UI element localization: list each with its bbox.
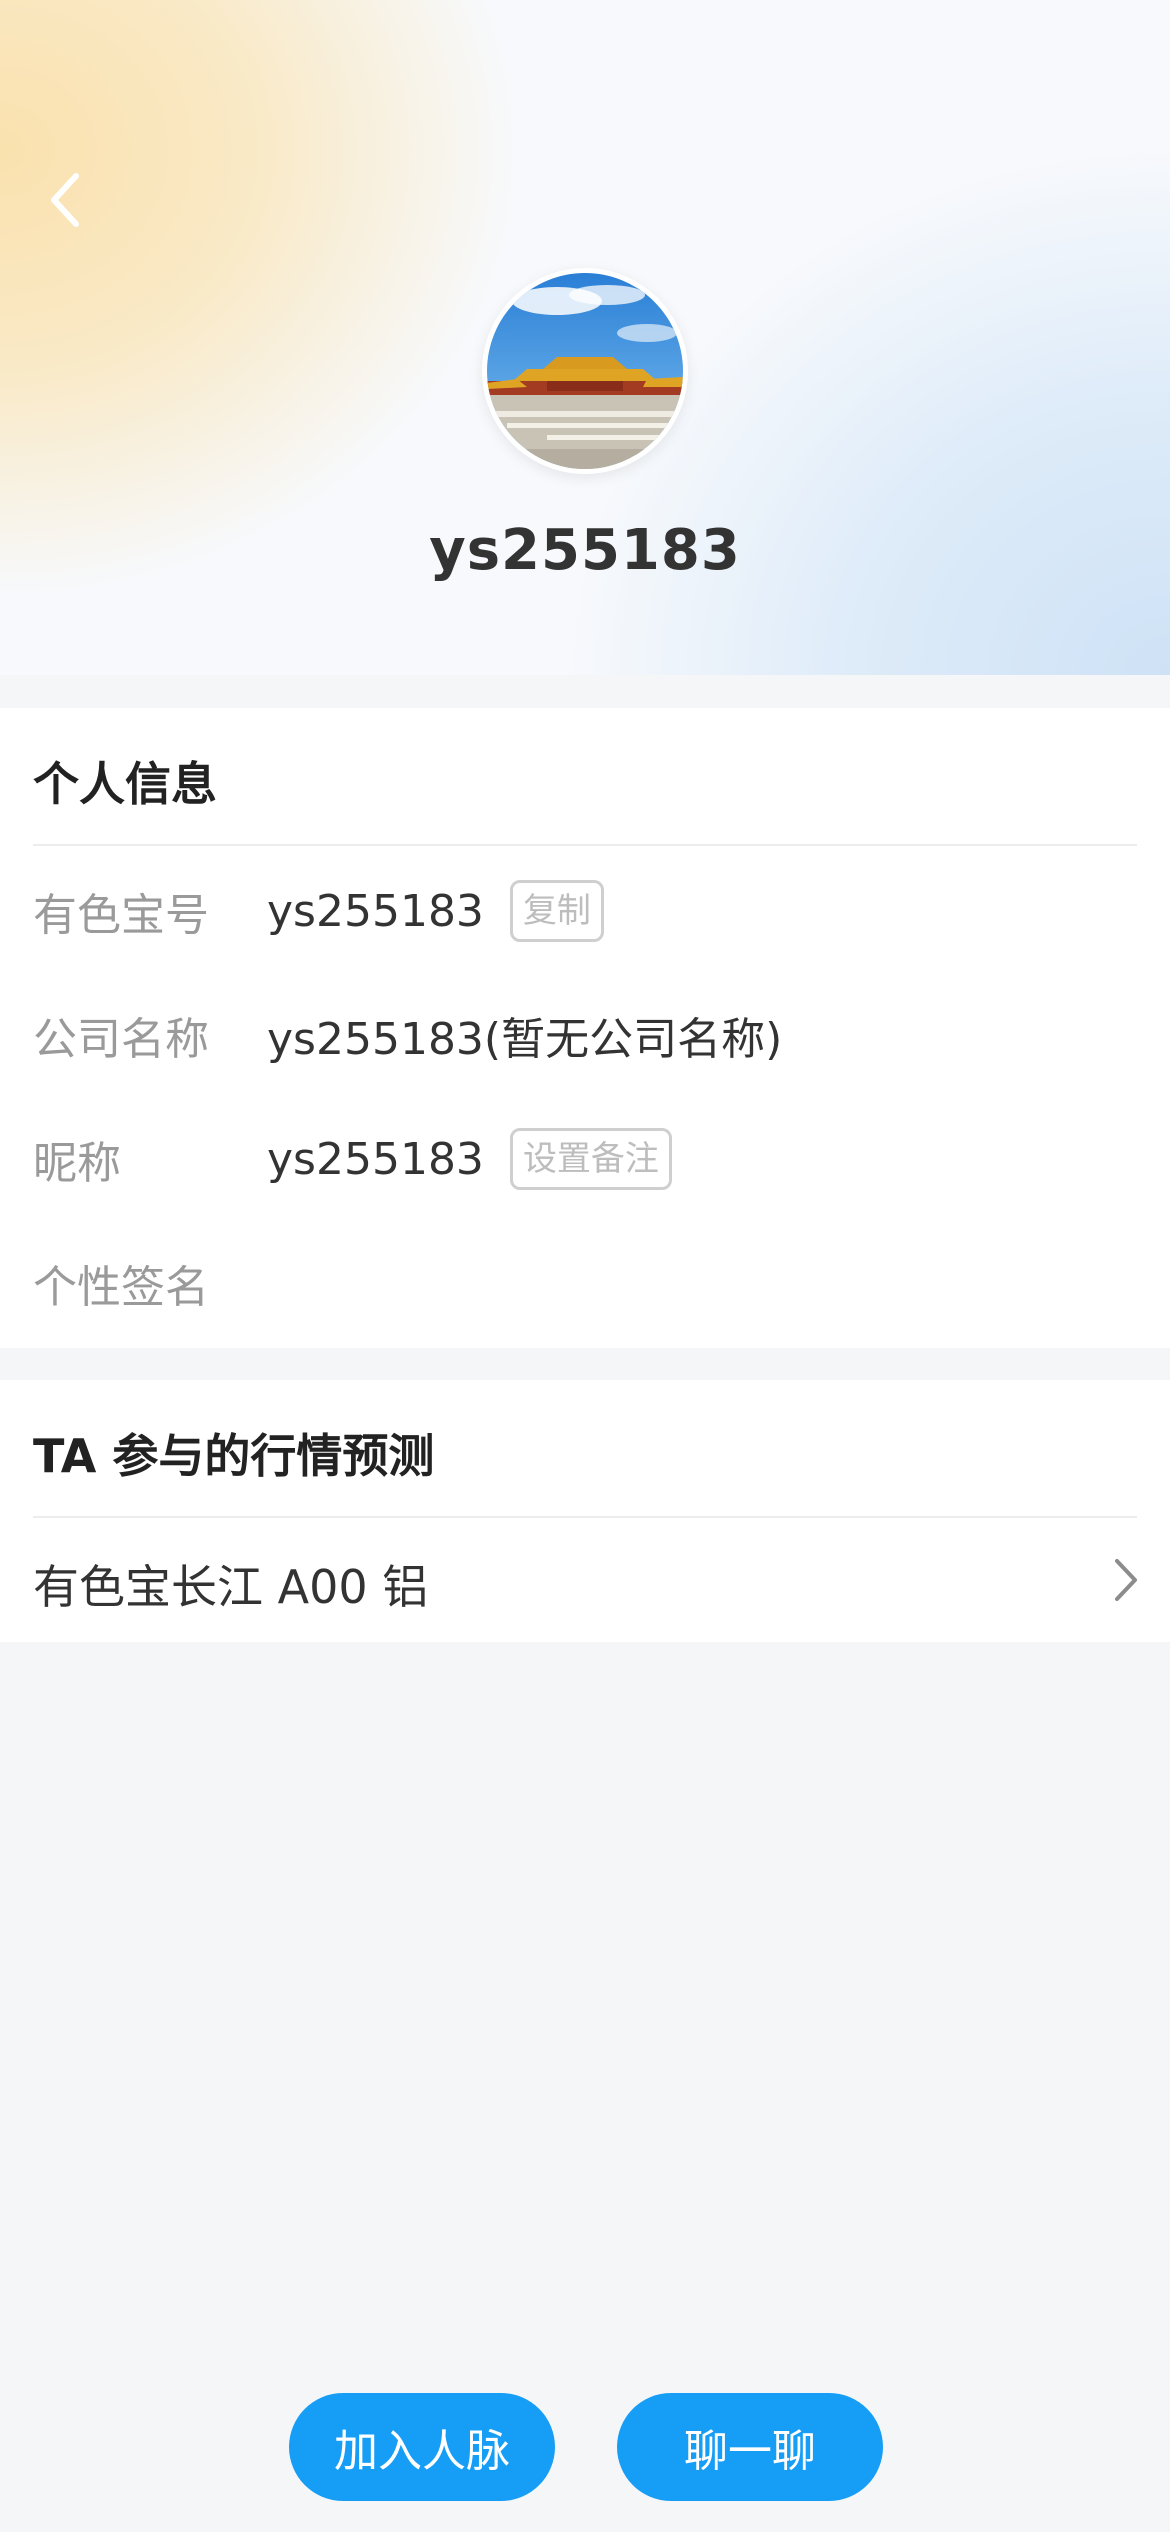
profile-username: ys255183 bbox=[429, 518, 741, 583]
account-value: ys255183 bbox=[267, 885, 484, 937]
divider bbox=[33, 844, 1137, 846]
chevron-left-icon bbox=[46, 170, 86, 230]
predictions-title: TA 参与的行情预测 bbox=[33, 1429, 435, 1483]
prediction-item-label: 有色宝长江 A00 铝 bbox=[33, 1560, 429, 1614]
signature-label: 个性签名 bbox=[33, 1262, 209, 1313]
nickname-label: 昵称 bbox=[33, 1138, 121, 1189]
copy-button[interactable]: 复制 bbox=[509, 880, 604, 942]
avatar bbox=[482, 268, 688, 474]
chevron-right-icon bbox=[1112, 1557, 1140, 1607]
info-row-company: 公司名称 ys255183(暂无公司名称) bbox=[0, 990, 1170, 1080]
account-label: 有色宝号 bbox=[33, 890, 209, 941]
add-contact-button[interactable]: 加入人脉 bbox=[289, 2393, 555, 2501]
back-button[interactable] bbox=[36, 165, 96, 235]
prediction-item[interactable]: 有色宝长江 A00 铝 bbox=[0, 1517, 1170, 1642]
chat-button[interactable]: 聊一聊 bbox=[617, 2393, 883, 2501]
company-value: ys255183(暂无公司名称) bbox=[267, 1014, 783, 1065]
profile-header: ys255183 bbox=[0, 0, 1170, 675]
company-label: 公司名称 bbox=[33, 1014, 209, 1065]
info-row-nickname: 昵称 ys255183 设置备注 bbox=[0, 1114, 1170, 1204]
info-row-account: 有色宝号 ys255183 复制 bbox=[0, 866, 1170, 956]
nickname-value: ys255183 bbox=[267, 1133, 484, 1185]
personal-info-title: 个人信息 bbox=[33, 757, 217, 811]
set-remark-button[interactable]: 设置备注 bbox=[509, 1128, 672, 1190]
info-row-signature: 个性签名 bbox=[0, 1238, 1170, 1328]
personal-info-card: 个人信息 有色宝号 ys255183 复制 公司名称 ys255183(暂无公司… bbox=[0, 708, 1170, 1348]
